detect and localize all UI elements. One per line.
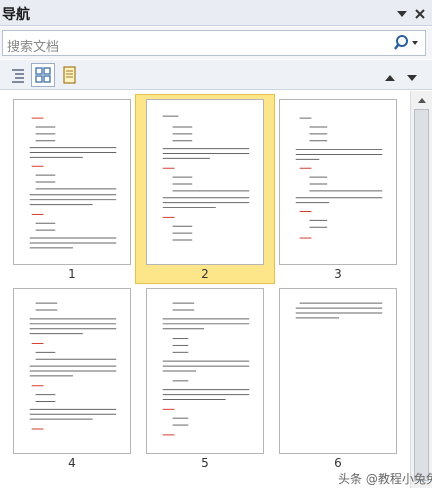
- search-bar: 搜索文档: [0, 27, 432, 59]
- page-thumbnail-5[interactable]: [146, 288, 264, 454]
- results-view-tab[interactable]: [57, 63, 81, 87]
- page-thumbnails-pane: 1 2 3 4 5 6: [0, 91, 432, 488]
- pane-titlebar: 导航: [0, 0, 432, 26]
- page-number-1: 1: [68, 267, 76, 281]
- page-number-3: 3: [334, 267, 342, 281]
- page-number-4: 4: [68, 456, 76, 470]
- previous-result-icon[interactable]: [384, 69, 396, 81]
- page-thumbnail-4[interactable]: [13, 288, 131, 454]
- search-placeholder: 搜索文档: [7, 40, 60, 55]
- page-content-preview: [162, 115, 250, 241]
- search-results-icon: [63, 66, 76, 84]
- page-number-6: 6: [334, 456, 342, 470]
- page-number-2: 2: [201, 267, 209, 281]
- page-content-preview: [29, 302, 117, 430]
- page-thumbnail-6[interactable]: [279, 288, 397, 454]
- close-icon[interactable]: [413, 6, 427, 20]
- vertical-scrollbar[interactable]: [410, 91, 432, 488]
- search-input[interactable]: 搜索文档: [2, 30, 426, 56]
- pane-title: 导航: [2, 7, 30, 23]
- scroll-up-icon[interactable]: [415, 93, 429, 107]
- page-content-preview: [295, 302, 383, 319]
- page-thumbnails-icon: [35, 67, 51, 83]
- watermark-text: 头条 @教程小兔兔: [338, 472, 432, 486]
- next-result-icon[interactable]: [406, 69, 418, 81]
- page-number-5: 5: [201, 456, 209, 470]
- page-content-preview: [29, 117, 117, 249]
- headings-list-icon: [12, 69, 24, 83]
- pane-options-dropdown-icon[interactable]: [395, 6, 409, 20]
- headings-view-tab[interactable]: [6, 63, 30, 87]
- page-thumbnail-2[interactable]: [146, 99, 264, 265]
- page-content-preview: [162, 302, 250, 436]
- page-thumbnail-3[interactable]: [279, 99, 397, 265]
- pages-view-tab[interactable]: [31, 63, 55, 87]
- page-content-preview: [295, 117, 383, 239]
- page-thumbnail-1[interactable]: [13, 99, 131, 265]
- view-toolbar: [0, 60, 432, 90]
- scrollbar-thumb[interactable]: [414, 109, 429, 481]
- search-button[interactable]: [393, 33, 423, 53]
